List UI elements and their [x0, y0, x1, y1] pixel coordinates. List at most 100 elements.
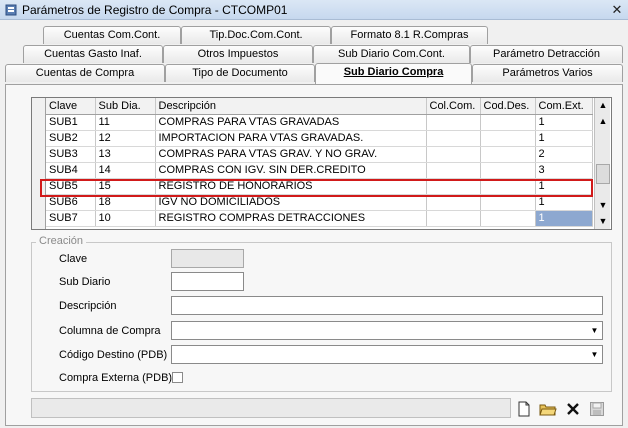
cell-colcom[interactable]	[426, 178, 481, 195]
window-title: Parámetros de Registro de Compra - CTCOM…	[22, 3, 288, 17]
cell-descripcion[interactable]: IGV NO DOMICILIADOS	[155, 194, 427, 211]
cell-colcom[interactable]	[426, 146, 481, 163]
compra-externa-checkbox[interactable]	[172, 372, 183, 383]
table-row[interactable]: SUB1 11 COMPRAS PARA VTAS GRAVADAS 1	[46, 114, 593, 131]
cell-clave[interactable]: SUB4	[46, 162, 96, 179]
cell-descripcion[interactable]: COMPRAS PARA VTAS GRAV. Y NO GRAV.	[155, 146, 427, 163]
save-disk-icon[interactable]	[587, 401, 607, 421]
tab-tipo-de-documento[interactable]: Tipo de Documento	[165, 64, 315, 82]
cell-subdia[interactable]: 15	[95, 178, 156, 195]
tab-formato-8-1[interactable]: Formato 8.1 R.Compras	[331, 26, 488, 44]
cell-clave[interactable]: SUB6	[46, 194, 96, 211]
tab-tip-doc-com-cont[interactable]: Tip.Doc.Com.Cont.	[181, 26, 331, 44]
clave-field	[171, 249, 244, 268]
delete-x-icon[interactable]	[563, 401, 583, 421]
cell-descripcion[interactable]: IMPORTACION PARA VTAS GRAVADAS.	[155, 130, 427, 147]
table-row-highlighted[interactable]: SUB5 15 REGISTRO DE HONORARIOS 1	[46, 178, 593, 195]
cell-coddes[interactable]	[480, 178, 536, 195]
tab-cuentas-gasto-inaf[interactable]: Cuentas Gasto Inaf.	[23, 45, 163, 63]
subdiario-label: Sub Diario	[59, 276, 111, 288]
status-bar	[31, 398, 511, 418]
open-folder-icon[interactable]	[538, 401, 558, 421]
scroll-top-icon[interactable]: ▲	[595, 98, 611, 113]
row-indicator-column	[32, 98, 46, 229]
scroll-down-icon[interactable]: ▼	[595, 198, 611, 213]
cell-subdia[interactable]: 13	[95, 146, 156, 163]
tab-sub-diario-compra[interactable]: Sub Diario Compra	[315, 63, 472, 84]
cell-colcom[interactable]	[426, 130, 481, 147]
tab-cuentas-com-cont[interactable]: Cuentas Com.Cont.	[43, 26, 181, 44]
table-row-selected[interactable]: SUB7 10 REGISTRO COMPRAS DETRACCIONES 1	[46, 210, 593, 227]
cell-comext[interactable]: 1	[535, 178, 593, 195]
cell-comext[interactable]: 3	[535, 162, 593, 179]
subdiario-field[interactable]	[171, 272, 244, 291]
chevron-down-icon[interactable]: ▼	[587, 322, 602, 339]
columna-compra-select[interactable]: ▼	[171, 321, 603, 340]
cell-subdia[interactable]: 18	[95, 194, 156, 211]
col-header-subdia[interactable]: Sub Dia.	[95, 98, 156, 115]
app-icon	[5, 4, 17, 16]
descripcion-label: Descripción	[59, 300, 117, 312]
chevron-down-icon[interactable]: ▼	[587, 346, 602, 363]
cell-colcom[interactable]	[426, 194, 481, 211]
col-header-coddes[interactable]: Cod.Des.	[480, 98, 536, 115]
cell-clave[interactable]: SUB5	[46, 178, 96, 195]
cell-coddes[interactable]	[480, 146, 536, 163]
grid-table: Clave Sub Dia. Descripción Col.Com. Cod.…	[46, 98, 593, 227]
col-header-comext[interactable]: Com.Ext.	[535, 98, 593, 115]
cell-comext[interactable]: 2	[535, 146, 593, 163]
scroll-thumb[interactable]	[596, 164, 610, 184]
cell-descripcion[interactable]: REGISTRO DE HONORARIOS	[155, 178, 427, 195]
table-row[interactable]: SUB2 12 IMPORTACION PARA VTAS GRAVADAS. …	[46, 130, 593, 147]
cell-descripcion[interactable]: COMPRAS PARA VTAS GRAVADAS	[155, 114, 427, 131]
scroll-bottom-icon[interactable]: ▼	[595, 214, 611, 229]
tab-parametros-varios[interactable]: Parámetros Varios	[472, 64, 623, 82]
compra-externa-label: Compra Externa (PDB)	[59, 372, 173, 384]
tab-sub-diario-com-cont[interactable]: Sub Diario Com.Cont.	[313, 45, 470, 63]
cell-clave[interactable]: SUB1	[46, 114, 96, 131]
cell-coddes[interactable]	[480, 210, 536, 227]
col-header-descripcion[interactable]: Descripción	[155, 98, 427, 115]
table-row[interactable]: SUB4 14 COMPRAS CON IGV. SIN DER.CREDITO…	[46, 162, 593, 179]
cell-coddes[interactable]	[480, 130, 536, 147]
cell-comext-selected[interactable]: 1	[535, 210, 593, 227]
cell-subdia[interactable]: 11	[95, 114, 156, 131]
codigo-destino-select[interactable]: ▼	[171, 345, 603, 364]
descripcion-field[interactable]	[171, 296, 603, 315]
table-row[interactable]: SUB6 18 IGV NO DOMICILIADOS 1	[46, 194, 593, 211]
subdiario-grid[interactable]: Clave Sub Dia. Descripción Col.Com. Cod.…	[31, 97, 612, 230]
clave-label: Clave	[59, 253, 88, 265]
cell-coddes[interactable]	[480, 114, 536, 131]
cell-colcom[interactable]	[426, 210, 481, 227]
cell-descripcion[interactable]: COMPRAS CON IGV. SIN DER.CREDITO	[155, 162, 427, 179]
grid-vertical-scrollbar[interactable]: ▲ ▲ ▼ ▼	[594, 98, 610, 229]
tab-otros-impuestos[interactable]: Otros Impuestos	[163, 45, 313, 63]
new-document-icon[interactable]	[514, 401, 534, 421]
cell-subdia[interactable]: 12	[95, 130, 156, 147]
title-bar: Parámetros de Registro de Compra - CTCOM…	[0, 0, 628, 20]
codigo-destino-label: Código Destino (PDB)	[59, 349, 168, 361]
cell-subdia[interactable]: 14	[95, 162, 156, 179]
cell-subdia[interactable]: 10	[95, 210, 156, 227]
tab-cuentas-de-compra[interactable]: Cuentas de Compra	[5, 64, 165, 82]
cell-coddes[interactable]	[480, 162, 536, 179]
cell-coddes[interactable]	[480, 194, 536, 211]
table-row[interactable]: SUB3 13 COMPRAS PARA VTAS GRAV. Y NO GRA…	[46, 146, 593, 163]
cell-colcom[interactable]	[426, 114, 481, 131]
cell-clave[interactable]: SUB2	[46, 130, 96, 147]
cell-clave[interactable]: SUB7	[46, 210, 96, 227]
creation-legend: Creación	[36, 235, 87, 247]
close-button[interactable]: ✕	[608, 2, 626, 18]
creation-fieldset	[31, 242, 612, 392]
cell-comext[interactable]: 1	[535, 194, 593, 211]
columna-compra-label: Columna de Compra	[59, 325, 161, 337]
cell-clave[interactable]: SUB3	[46, 146, 96, 163]
cell-comext[interactable]: 1	[535, 114, 593, 131]
cell-colcom[interactable]	[426, 162, 481, 179]
cell-comext[interactable]: 1	[535, 130, 593, 147]
col-header-colcom[interactable]: Col.Com.	[426, 98, 481, 115]
cell-descripcion[interactable]: REGISTRO COMPRAS DETRACCIONES	[155, 210, 427, 227]
col-header-clave[interactable]: Clave	[46, 98, 96, 115]
tab-parametro-detraccion[interactable]: Parámetro Detracción	[470, 45, 623, 63]
scroll-up-icon[interactable]: ▲	[595, 114, 611, 129]
